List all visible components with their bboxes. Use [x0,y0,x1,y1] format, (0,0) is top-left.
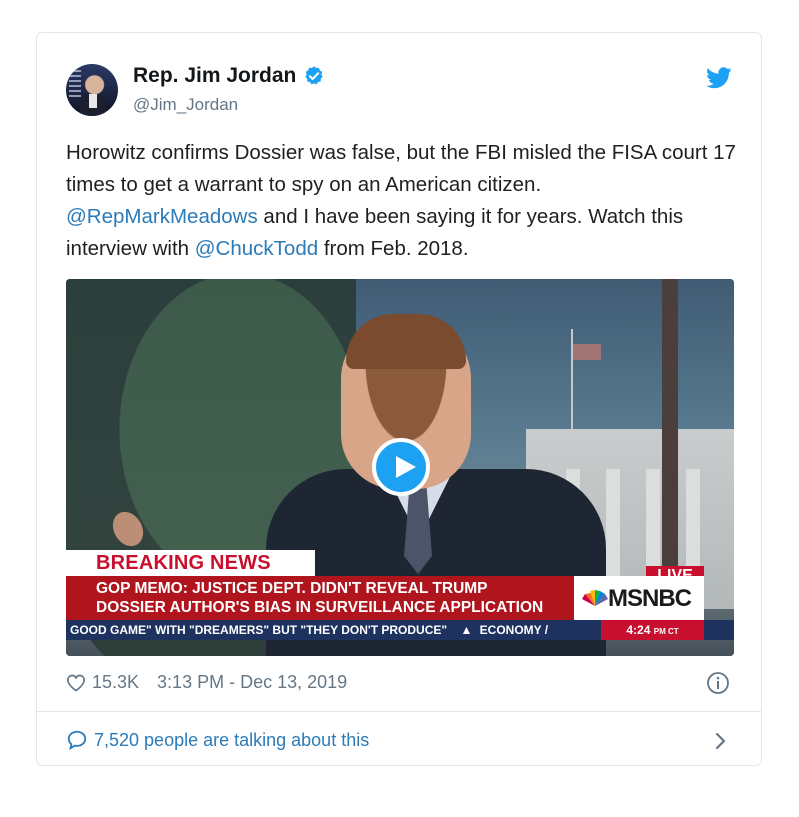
play-icon[interactable] [372,438,430,496]
heart-icon[interactable] [66,673,86,693]
news-ticker: GOOD GAME" WITH "DREAMERS" BUT "THEY DON… [66,620,734,640]
video-flag [573,344,601,360]
divider [37,711,761,712]
conversation-link[interactable]: 7,520 people are talking about this [66,729,369,751]
conversation-label[interactable]: 7,520 people are talking about this [94,730,369,751]
ticker-timezone: PM CT [653,627,679,636]
breaking-news-label: BREAKING NEWS [66,550,315,576]
news-headline: GOP MEMO: JUSTICE DEPT. DIDN'T REVEAL TR… [66,576,574,620]
peacock-icon [582,590,608,606]
tweet-text: Horowitz confirms Dossier was false, but… [66,137,736,265]
headline-line-2: DOSSIER AUTHOR'S BIAS IN SURVEILLANCE AP… [96,599,544,616]
avatar-shirt [89,94,97,108]
tweet-card[interactable]: Rep. Jim Jordan @Jim_Jordan Horowitz con… [36,32,762,766]
twitter-bird-icon[interactable] [706,67,732,89]
ticker-peacock-icon: ▲ [460,623,473,637]
network-logo: MSNBC [574,576,704,620]
info-icon[interactable] [706,671,730,695]
flag-backdrop [69,70,81,100]
tweet-text-part: Horowitz confirms Dossier was false, but… [66,141,736,196]
ticker-topic: ECONOMY / [479,623,549,637]
mention-link-chucktodd[interactable]: @ChuckTodd [195,237,318,260]
ticker-time: 4:24 [626,623,651,637]
video-post [662,279,678,579]
display-name[interactable]: Rep. Jim Jordan [133,64,296,88]
ticker-text: GOOD GAME" WITH "DREAMERS" BUT "THEY DON… [70,623,448,637]
tweet-timestamp[interactable]: 3:13 PM - Dec 13, 2019 [157,672,347,693]
like-count[interactable]: 15.3K [92,672,139,693]
network-name: MSNBC [608,585,692,612]
tweet-meta: 15.3K 3:13 PM - Dec 13, 2019 [66,672,347,693]
ticker-clock: 4:24 PM CT [601,620,704,640]
author-handle[interactable]: @Jim_Jordan [133,95,238,115]
tweet-text-part: from Feb. 2018. [318,237,469,260]
video-embed[interactable]: BREAKING NEWS GOP MEMO: JUSTICE DEPT. DI… [66,279,734,656]
author-name-row: Rep. Jim Jordan [133,64,325,88]
mention-link-repmarkmeadows[interactable]: @RepMarkMeadows [66,205,258,228]
reply-bubble-icon [67,730,87,751]
chevron-right-icon[interactable] [711,730,729,752]
headline-line-1: GOP MEMO: JUSTICE DEPT. DIDN'T REVEAL TR… [96,580,488,597]
avatar[interactable] [66,64,118,116]
verified-badge-icon [305,66,324,85]
